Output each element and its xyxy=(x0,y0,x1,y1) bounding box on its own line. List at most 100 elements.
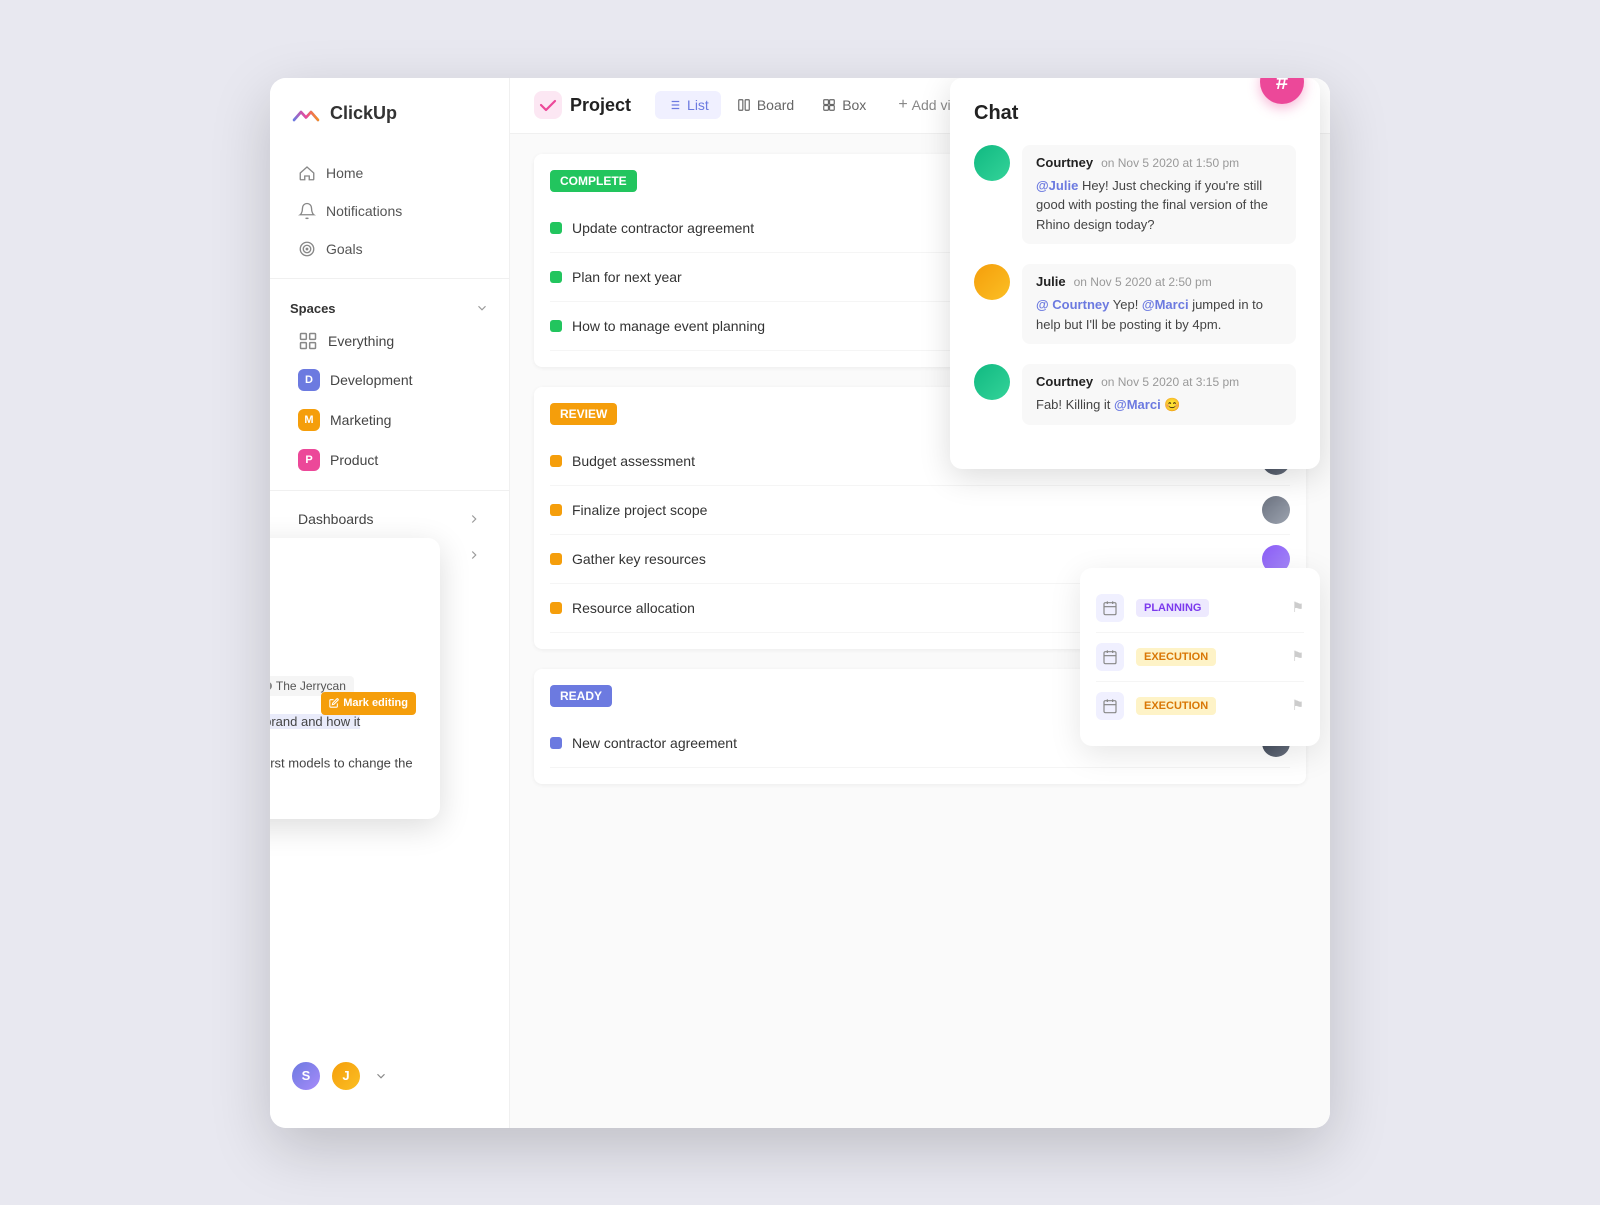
sidebar-item-marketing[interactable]: M Marketing xyxy=(278,401,501,439)
nav-goals-label: Goals xyxy=(326,241,363,257)
product-label: Product xyxy=(330,452,378,468)
status-dot-ready xyxy=(550,737,562,749)
chat-mention-2: @ Courtney xyxy=(1036,297,1109,312)
edit-icon xyxy=(329,698,339,708)
nav-notifications-label: Notifications xyxy=(326,203,402,219)
marketing-label: Marketing xyxy=(330,412,391,428)
docs-heading: Meeting Notes xyxy=(270,618,416,644)
planning-badge-1: PLANNING xyxy=(1136,599,1209,617)
docs-panel: Docs Add Comment Settings Meeting Notes … xyxy=(270,538,440,820)
chat-title: Chat xyxy=(974,102,1296,125)
nav-home[interactable]: Home xyxy=(278,155,501,191)
sidebar-footer: S J xyxy=(270,1044,509,1108)
chat-panel: # Chat Courtney on Nov 5 2020 at 1:50 pm… xyxy=(950,78,1320,469)
flag-icon-2: ⚑ xyxy=(1291,648,1304,665)
chat-bubble-3: Courtney on Nov 5 2020 at 3:15 pm Fab! K… xyxy=(1022,364,1296,425)
status-dot-review xyxy=(550,455,562,467)
list-item[interactable]: EXECUTION ⚑ xyxy=(1096,682,1304,730)
chat-bubble-header-2: Julie on Nov 5 2020 at 2:50 pm xyxy=(1036,274,1282,289)
review-badge: REVIEW xyxy=(550,403,617,425)
docs-body: Mark editing Today, many of us know the … xyxy=(270,712,416,796)
project-icon xyxy=(534,91,562,119)
docs-title-section: Docs Add Comment Settings xyxy=(270,562,416,602)
chat-avatar-courtney-2 xyxy=(974,364,1010,400)
task-name: Gather key resources xyxy=(572,551,1252,567)
page-link-dot-3 xyxy=(270,682,272,690)
chat-avatar-julie xyxy=(974,264,1010,300)
status-dot-review xyxy=(550,553,562,565)
chat-time-3: on Nov 5 2020 at 3:15 pm xyxy=(1101,375,1239,389)
complete-badge: COMPLETE xyxy=(550,170,637,192)
task-name: Finalize project scope xyxy=(572,502,1252,518)
chat-text-3: Fab! Killing it @Marci 😊 xyxy=(1036,395,1282,415)
goals-icon xyxy=(298,240,316,258)
chat-text-1: @Julie Hey! Just checking if you're stil… xyxy=(1036,176,1282,235)
chat-hash-icon: # xyxy=(1260,78,1304,104)
mark-editing-badge: Mark editing xyxy=(321,692,416,716)
chat-author-1: Courtney xyxy=(1036,155,1093,170)
chat-mention-1: @Julie xyxy=(1036,178,1078,193)
tab-list[interactable]: List xyxy=(655,91,721,119)
grid-icon xyxy=(298,331,318,351)
execution-badge-1: EXECUTION xyxy=(1136,648,1216,666)
list-item[interactable]: EXECUTION ⚑ xyxy=(1096,633,1304,682)
everything-label: Everything xyxy=(328,333,394,349)
chat-text-2: @ Courtney Yep! @Marci jumped in to help… xyxy=(1036,295,1282,334)
sidebar-item-product[interactable]: P Product xyxy=(278,441,501,479)
list-icon xyxy=(667,98,681,112)
board-icon xyxy=(737,98,751,112)
tab-board[interactable]: Board xyxy=(725,91,806,119)
task-avatar xyxy=(1262,496,1290,524)
nav-home-label: Home xyxy=(326,165,363,181)
chevron-down-icon xyxy=(475,301,489,315)
chat-author-3: Courtney xyxy=(1036,374,1093,389)
chat-mention-3: @Marci xyxy=(1142,297,1189,312)
status-dot-complete xyxy=(550,222,562,234)
chat-time-2: on Nov 5 2020 at 2:50 pm xyxy=(1074,275,1212,289)
view-tabs: List Board Box xyxy=(655,91,878,119)
chat-message-2: Julie on Nov 5 2020 at 2:50 pm @ Courtne… xyxy=(974,264,1296,344)
docs-actions: Add Comment Settings xyxy=(270,588,416,602)
status-dot-review xyxy=(550,504,562,516)
flag-icon-3: ⚑ xyxy=(1291,697,1304,714)
sidebar-item-everything[interactable]: Everything xyxy=(278,323,501,359)
page-links-label: PAGE LINKS xyxy=(270,656,416,668)
execution-badge-2: EXECUTION xyxy=(1136,697,1216,715)
sidebar-item-development[interactable]: D Development xyxy=(278,361,501,399)
calendar-icon-1 xyxy=(1096,594,1124,622)
chevron-right-icon-2 xyxy=(467,548,481,562)
calendar-icon-3 xyxy=(1096,692,1124,720)
clickup-logo-icon xyxy=(290,98,322,130)
chat-mention-4: @Marci xyxy=(1114,397,1161,412)
sidebar-item-dashboards[interactable]: Dashboards xyxy=(278,502,501,536)
nav-goals[interactable]: Goals xyxy=(278,231,501,267)
list-item[interactable]: PLANNING ⚑ xyxy=(1096,584,1304,633)
user-avatar-j[interactable]: J xyxy=(330,1060,362,1092)
spaces-header: Spaces xyxy=(270,289,509,322)
home-icon xyxy=(298,164,316,182)
nav-notifications[interactable]: Notifications xyxy=(278,193,501,229)
chat-message-3: Courtney on Nov 5 2020 at 3:15 pm Fab! K… xyxy=(974,364,1296,425)
product-dot: P xyxy=(298,449,320,471)
ready-badge: READY xyxy=(550,685,612,707)
logo[interactable]: ClickUp xyxy=(270,98,509,154)
marketing-dot: M xyxy=(298,409,320,431)
flag-icon-1: ⚑ xyxy=(1291,599,1304,616)
chat-message-1: Courtney on Nov 5 2020 at 1:50 pm @Julie… xyxy=(974,145,1296,245)
side-tasks-panel: PLANNING ⚑ EXECUTION ⚑ EXECUTION xyxy=(1080,568,1320,746)
chat-bubble-2: Julie on Nov 5 2020 at 2:50 pm @ Courtne… xyxy=(1022,264,1296,344)
user-avatar-s[interactable]: S xyxy=(290,1060,322,1092)
chat-bubble-1: Courtney on Nov 5 2020 at 1:50 pm @Julie… xyxy=(1022,145,1296,245)
chat-time-1: on Nov 5 2020 at 1:50 pm xyxy=(1101,156,1239,170)
chat-bubble-header-3: Courtney on Nov 5 2020 at 3:15 pm xyxy=(1036,374,1282,389)
development-dot: D xyxy=(298,369,320,391)
bell-icon xyxy=(298,202,316,220)
table-row[interactable]: Finalize project scope xyxy=(550,486,1290,535)
docs-title: Docs xyxy=(270,562,416,580)
status-dot-complete xyxy=(550,320,562,332)
chat-avatar-courtney xyxy=(974,145,1010,181)
status-dot-complete xyxy=(550,271,562,283)
highlighted-text: ClickUp brand and how it influenced many xyxy=(270,714,360,750)
tab-box[interactable]: Box xyxy=(810,91,878,119)
status-dot-review xyxy=(550,602,562,614)
